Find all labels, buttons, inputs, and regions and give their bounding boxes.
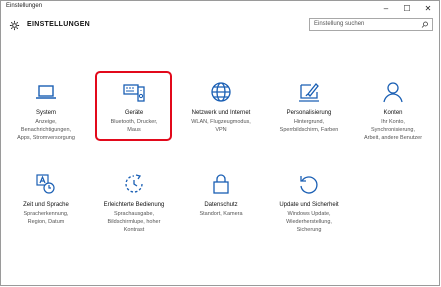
tile-description: Hintergrund, Sperrbildschirm, Farben: [279, 119, 339, 133]
tile-description: Bluetooth, Drucker, Maus: [110, 119, 158, 133]
tile-privacy[interactable]: Datenschutz Standort, Kamera: [181, 165, 261, 235]
close-button[interactable]: ✕: [418, 1, 438, 15]
ease-of-access-icon: [122, 173, 146, 195]
search-icon[interactable]: [421, 21, 429, 29]
gear-icon: [7, 18, 21, 32]
tile-network[interactable]: Netzwerk und Internet WLAN, Flugzeugmodu…: [181, 73, 261, 143]
search-input[interactable]: Einstellung suchen: [309, 18, 433, 31]
tile-description: Sprachausgabe, Bildschirmlupe, hoher Kon…: [107, 211, 161, 233]
page-title: EINSTELLUNGEN: [27, 21, 91, 28]
tile-description: Ihr Konto, Synchronisierung, Arbeit, and…: [363, 119, 423, 141]
person-icon: [381, 81, 405, 103]
tile-name: Datenschutz: [204, 202, 238, 208]
lock-icon: [209, 173, 233, 195]
tile-name: Personalisierung: [286, 110, 332, 116]
tile-update-security[interactable]: Update und Sicherheit Windows Update, Wi…: [269, 165, 349, 235]
tile-name: Erleichterte Bedienung: [103, 202, 165, 208]
tile-name: Zeit und Sprache: [23, 202, 69, 208]
tile-name: Geräte: [124, 110, 144, 116]
devices-icon: [122, 81, 146, 103]
title-bar: Einstellungen – ☐ ✕: [1, 1, 439, 15]
paint-icon: [297, 81, 321, 103]
minimize-button[interactable]: –: [376, 1, 396, 15]
tile-name: Netzwerk und Internet: [191, 110, 251, 116]
tile-description: Spracherkennung, Region, Datum: [23, 211, 69, 225]
tile-personalization[interactable]: Personalisierung Hintergrund, Sperrbilds…: [269, 73, 349, 143]
laptop-icon: [34, 81, 58, 103]
tile-name: Konten: [383, 110, 403, 116]
maximize-button[interactable]: ☐: [397, 1, 417, 15]
globe-icon: [209, 81, 233, 103]
tile-ease-of-access[interactable]: Erleichterte Bedienung Sprachausgabe, Bi…: [94, 165, 174, 235]
tile-accounts[interactable]: Konten Ihr Konto, Synchronisierung, Arbe…: [353, 73, 433, 143]
tile-name: System: [35, 110, 56, 116]
tile-description: WLAN, Flugzeugmodus, VPN: [191, 119, 251, 133]
tile-description: Windows Update, Wiederherstellung, Siche…: [286, 211, 332, 233]
window-title: Einstellungen: [6, 3, 43, 9]
tile-system[interactable]: System Anzeige, Benachrichtigungen, Apps…: [6, 73, 86, 143]
tile-time-language[interactable]: Zeit und Sprache Spracherkennung, Region…: [6, 165, 86, 235]
update-icon: [297, 173, 321, 195]
time-language-icon: [34, 173, 58, 195]
tile-name: Update und Sicherheit: [279, 202, 339, 208]
tile-devices[interactable]: Geräte Bluetooth, Drucker, Maus: [94, 73, 174, 143]
settings-window: Einstellungen – ☐ ✕ EINSTELLUNGEN Einste…: [0, 0, 440, 286]
tile-description: Anzeige, Benachrichtigungen, Apps, Strom…: [17, 119, 75, 141]
tile-description: Standort, Kamera: [199, 211, 243, 217]
search-placeholder: Einstellung suchen: [314, 21, 365, 27]
